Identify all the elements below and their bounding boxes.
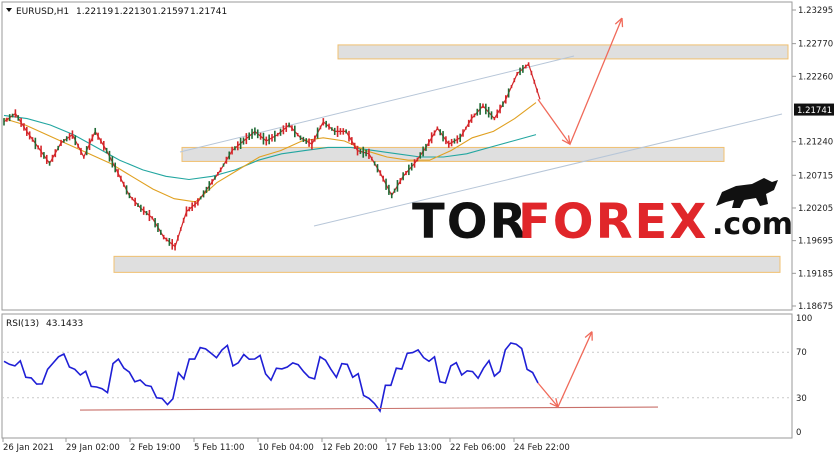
close-value: 1.21741 xyxy=(190,7,227,17)
time-tick-label: 29 Jan 02:00 xyxy=(66,443,120,453)
price-tick-label: 1.20715 xyxy=(798,171,833,181)
price-zone xyxy=(337,44,789,60)
price-tick-label: 1.21240 xyxy=(798,138,833,148)
price-tick-label: 1.19695 xyxy=(798,237,833,247)
rsi-label: RSI(13) xyxy=(6,319,39,329)
watermark-domain-text: .com xyxy=(712,207,793,242)
rsi-tick-label: 30 xyxy=(796,394,807,404)
price-tick-label: 1.22260 xyxy=(798,72,833,82)
price-tick-label: 1.20205 xyxy=(798,204,833,214)
price-tick-label: 1.18675 xyxy=(798,302,833,312)
price-header: EURUSD,H1 1.22119 1.22130 1.21597 1.2174… xyxy=(6,7,227,17)
time-tick-label: 5 Feb 11:00 xyxy=(194,443,244,453)
price-axis: 1.23295 1.22770 1.22260 1.21741 1.21240 1.207… xyxy=(792,6,834,312)
open-value: 1.22119 xyxy=(76,7,113,17)
time-tick-label: 10 Feb 04:00 xyxy=(258,443,314,453)
time-axis: 26 Jan 2021 29 Jan 02:00 2 Feb 19:00 5 Feb … xyxy=(2,438,570,453)
rsi-tick-label: 0 xyxy=(796,428,801,438)
time-tick-label: 26 Jan 2021 xyxy=(3,443,54,453)
rsi-axis: 100 70 30 0 xyxy=(796,314,812,438)
price-tick-label: 1.19185 xyxy=(798,269,833,279)
current-price-label: 1.21741 xyxy=(797,106,832,116)
watermark-tor-text: TOR xyxy=(412,194,529,250)
rsi-tick-label: 100 xyxy=(796,314,812,324)
time-tick-label: 17 Feb 13:00 xyxy=(386,443,442,453)
low-value: 1.21597 xyxy=(152,7,189,17)
price-zone xyxy=(113,255,781,273)
price-tick-label: 1.22770 xyxy=(798,40,833,50)
watermark-forex-text: FOREX xyxy=(518,194,708,250)
time-tick-label: 22 Feb 06:00 xyxy=(450,443,506,453)
rsi-value: 43.1433 xyxy=(46,319,83,329)
time-tick-label: 2 Feb 19:00 xyxy=(130,443,180,453)
time-tick-label: 12 Feb 20:00 xyxy=(322,443,378,453)
time-tick-label: 24 Feb 22:00 xyxy=(514,443,570,453)
symbol-label: EURUSD,H1 xyxy=(16,7,69,17)
rsi-panel-frame xyxy=(1,313,793,439)
price-tick-label: 1.23295 xyxy=(798,6,833,16)
chart: TOR FOREX .com 1.23295 1.22770 1.22260 1.21… xyxy=(1,1,834,453)
rsi-tick-label: 70 xyxy=(796,348,807,358)
high-value: 1.22130 xyxy=(114,7,151,17)
